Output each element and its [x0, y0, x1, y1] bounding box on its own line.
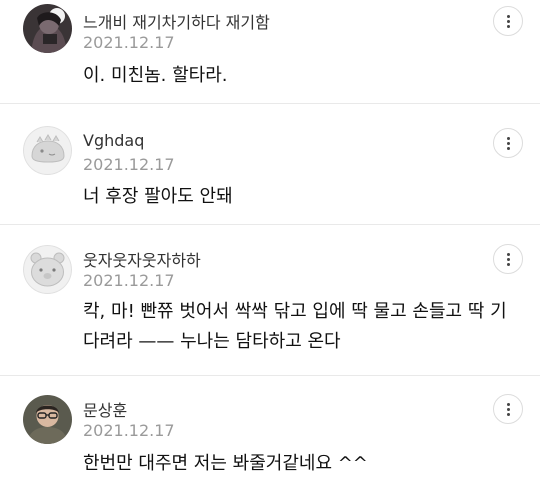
user-avatar[interactable] [23, 4, 72, 53]
comment-item: Vghdaq 2021.12.17 너 후장 팔아도 안돼 [0, 104, 540, 225]
comment-date: 2021.12.17 [83, 155, 175, 174]
photo-portrait-avatar-icon [23, 395, 72, 444]
comment-item: 느개비 재기차기하다 재기함 2021.12.17 이. 미친놈. 할타라. [0, 0, 540, 104]
user-avatar[interactable] [23, 126, 72, 175]
comment-text: 이. 미친놈. 할타라. [83, 65, 228, 86]
comment-author[interactable]: 느개비 재기차기하다 재기함 [83, 9, 270, 33]
user-avatar[interactable] [23, 395, 72, 444]
more-options-button[interactable] [493, 128, 523, 158]
comment-item: 웃자웃자웃자하하 2021.12.17 칵, 마! 빤쮸 벗어서 싹싹 닦고 입… [0, 225, 540, 376]
comment-date: 2021.12.17 [83, 33, 175, 52]
grey-bear-avatar-icon [23, 245, 72, 294]
vertical-ellipsis-icon [506, 252, 510, 266]
comment-author[interactable]: Vghdaq [83, 131, 144, 150]
more-options-button[interactable] [493, 244, 523, 274]
comment-author[interactable]: 웃자웃자웃자하하 [83, 247, 201, 271]
vertical-ellipsis-icon [506, 402, 510, 416]
more-options-button[interactable] [493, 6, 523, 36]
more-options-button[interactable] [493, 394, 523, 424]
vertical-ellipsis-icon [506, 136, 510, 150]
vertical-ellipsis-icon [506, 14, 510, 28]
grey-creature-avatar-icon [23, 126, 72, 175]
comment-author[interactable]: 문상훈 [83, 397, 127, 421]
comment-text: 한번만 대주면 저는 봐줄거같네요 ^^ [83, 453, 368, 474]
dark-portrait-avatar-icon [23, 4, 72, 53]
comment-date: 2021.12.17 [83, 421, 175, 440]
comment-date: 2021.12.17 [83, 271, 175, 290]
comment-list: 느개비 재기차기하다 재기함 2021.12.17 이. 미친놈. 할타라. V… [0, 0, 540, 480]
comment-text: 칵, 마! 빤쮸 벗어서 싹싹 닦고 입에 딱 물고 손들고 딱 기다려라 ——… [83, 301, 507, 352]
user-avatar[interactable] [23, 245, 72, 294]
comment-text: 너 후장 팔아도 안돼 [83, 186, 233, 207]
comment-item: 문상훈 2021.12.17 한번만 대주면 저는 봐줄거같네요 ^^ [0, 376, 540, 480]
